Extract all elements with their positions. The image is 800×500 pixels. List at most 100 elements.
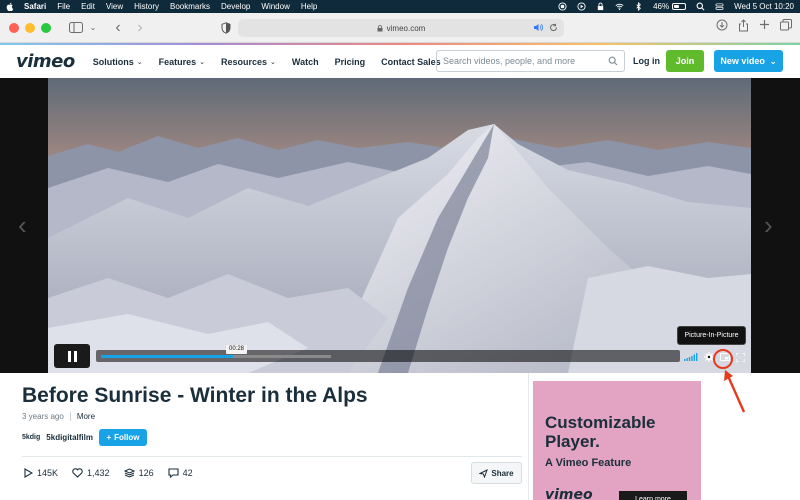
login-link[interactable]: Log in [633,56,660,66]
annotation-arrow-icon [724,370,746,413]
battery-icon [672,3,687,10]
progress-bar[interactable] [96,350,680,362]
vimeo-logo[interactable]: vimeo [16,51,75,72]
toolbar-right [716,19,792,32]
speaker-icon[interactable] [533,23,543,32]
ad-vimeo-logo: vimeo [545,487,593,500]
follow-button[interactable]: + Follow [98,429,147,446]
join-button[interactable]: Join [666,50,704,72]
comments-stat[interactable]: 42 [168,468,193,478]
ad-cta-button[interactable]: Learn more [619,491,687,500]
previous-video-icon[interactable]: ‹ [18,210,27,241]
menu-history[interactable]: History [134,2,159,11]
menu-bookmarks[interactable]: Bookmarks [170,2,210,11]
menu-view[interactable]: View [106,2,123,11]
nav-watch[interactable]: Watch [292,57,319,67]
chevron-right-icon: › [137,18,143,36]
search-icon[interactable] [608,56,618,66]
likes-stat[interactable]: 1,432 [72,468,110,478]
nav-features[interactable]: Features ⌄ [159,57,205,67]
new-video-label: New video [720,56,765,66]
new-tab-icon[interactable] [759,19,770,30]
reload-icon[interactable] [549,23,558,32]
address-bar[interactable]: vimeo.com [238,19,564,37]
menu-edit[interactable]: Edit [81,2,95,11]
volume-icon[interactable] [684,353,698,361]
current-time: 00:28 [226,345,248,354]
forward-button[interactable]: › [129,19,151,37]
menu-safari[interactable]: Safari [24,2,46,11]
lock-icon[interactable] [596,2,605,11]
column-divider [528,373,529,500]
privacy-report-button[interactable] [215,19,237,37]
record-icon[interactable] [558,2,567,11]
ad-headline: Customizable Player. [545,413,656,451]
minimize-window-button[interactable] [25,22,35,33]
annotation-circle [713,349,733,369]
url-text: vimeo.com [386,23,426,33]
wifi-icon[interactable] [615,2,624,11]
played-bar [101,355,234,358]
video-frame[interactable] [48,78,751,373]
send-icon [479,468,489,478]
chevron-down-icon: ⌄ [769,56,777,66]
window-controls [9,22,51,33]
owner-name[interactable]: 5kdigitalfilm [46,433,93,442]
chevron-left-icon: ‹ [115,18,121,36]
battery-percent: 46% [653,2,670,11]
pause-button[interactable] [54,344,90,368]
tab-overview-icon[interactable] [780,19,792,31]
bluetooth-icon[interactable] [634,2,643,11]
more-link[interactable]: More [69,412,95,421]
nav-pricing[interactable]: Pricing [335,57,366,67]
next-video-icon[interactable]: › [764,210,773,241]
safari-toolbar: ⌄ ‹ › vimeo.com [0,13,800,43]
zoom-window-button[interactable] [41,22,51,33]
collections-stat[interactable]: 126 [123,468,154,478]
clock[interactable]: Wed 5 Oct 10:20 [734,2,794,11]
apple-icon[interactable] [6,2,14,11]
nav-resources-label: Resources [221,56,268,67]
sidebar-menu-button[interactable]: ⌄ [87,19,99,37]
share-button[interactable]: Share [471,462,522,484]
share-label: Share [491,468,514,478]
download-icon[interactable] [716,19,728,31]
fullscreen-icon[interactable] [736,352,745,362]
menu-file[interactable]: File [57,2,70,11]
avatar[interactable]: 5kdig [22,434,40,441]
shield-icon [221,22,231,34]
nav-solutions[interactable]: Solutions ⌄ [93,57,143,67]
menu-develop[interactable]: Develop [221,2,250,11]
alpine-scene-image [48,78,751,373]
nav-resources[interactable]: Resources ⌄ [221,57,276,67]
divider [22,456,522,457]
close-window-button[interactable] [9,22,19,33]
nav-contact-sales[interactable]: Contact Sales [381,57,441,67]
owner-row: 5kdig 5kdigitalfilm + Follow [22,429,147,446]
lock-icon [377,24,383,31]
sidebar-toggle-button[interactable] [65,19,87,37]
plays-stat: 145K [24,468,58,478]
ad-banner[interactable]: Customizable Player. A Vimeo Feature vim… [533,381,701,500]
video-meta: 3 years ago More [22,412,95,421]
search-icon[interactable] [696,2,705,11]
collections-count: 126 [138,468,154,478]
share-icon[interactable] [738,19,749,32]
menu-window[interactable]: Window [261,2,289,11]
video-stats: 145K 1,432 126 42 [24,468,193,478]
nav-solutions-label: Solutions [92,56,134,67]
follow-label: Follow [114,433,140,442]
menu-help[interactable]: Help [301,2,317,11]
pause-icon-bar [73,350,77,362]
search-input[interactable]: Search videos, people, and more [436,50,625,72]
nav-features-label: Features [158,56,197,67]
pip-tooltip: Picture-In-Picture [677,326,746,345]
play-circle-icon[interactable] [577,2,586,11]
likes-count: 1,432 [87,468,110,478]
comment-icon [168,468,179,478]
new-video-button[interactable]: New video ⌄ [714,50,783,72]
back-button[interactable]: ‹ [107,19,129,37]
control-center-icon[interactable] [715,2,724,11]
heart-icon [72,468,83,478]
battery-indicator[interactable]: 46% [653,2,687,11]
